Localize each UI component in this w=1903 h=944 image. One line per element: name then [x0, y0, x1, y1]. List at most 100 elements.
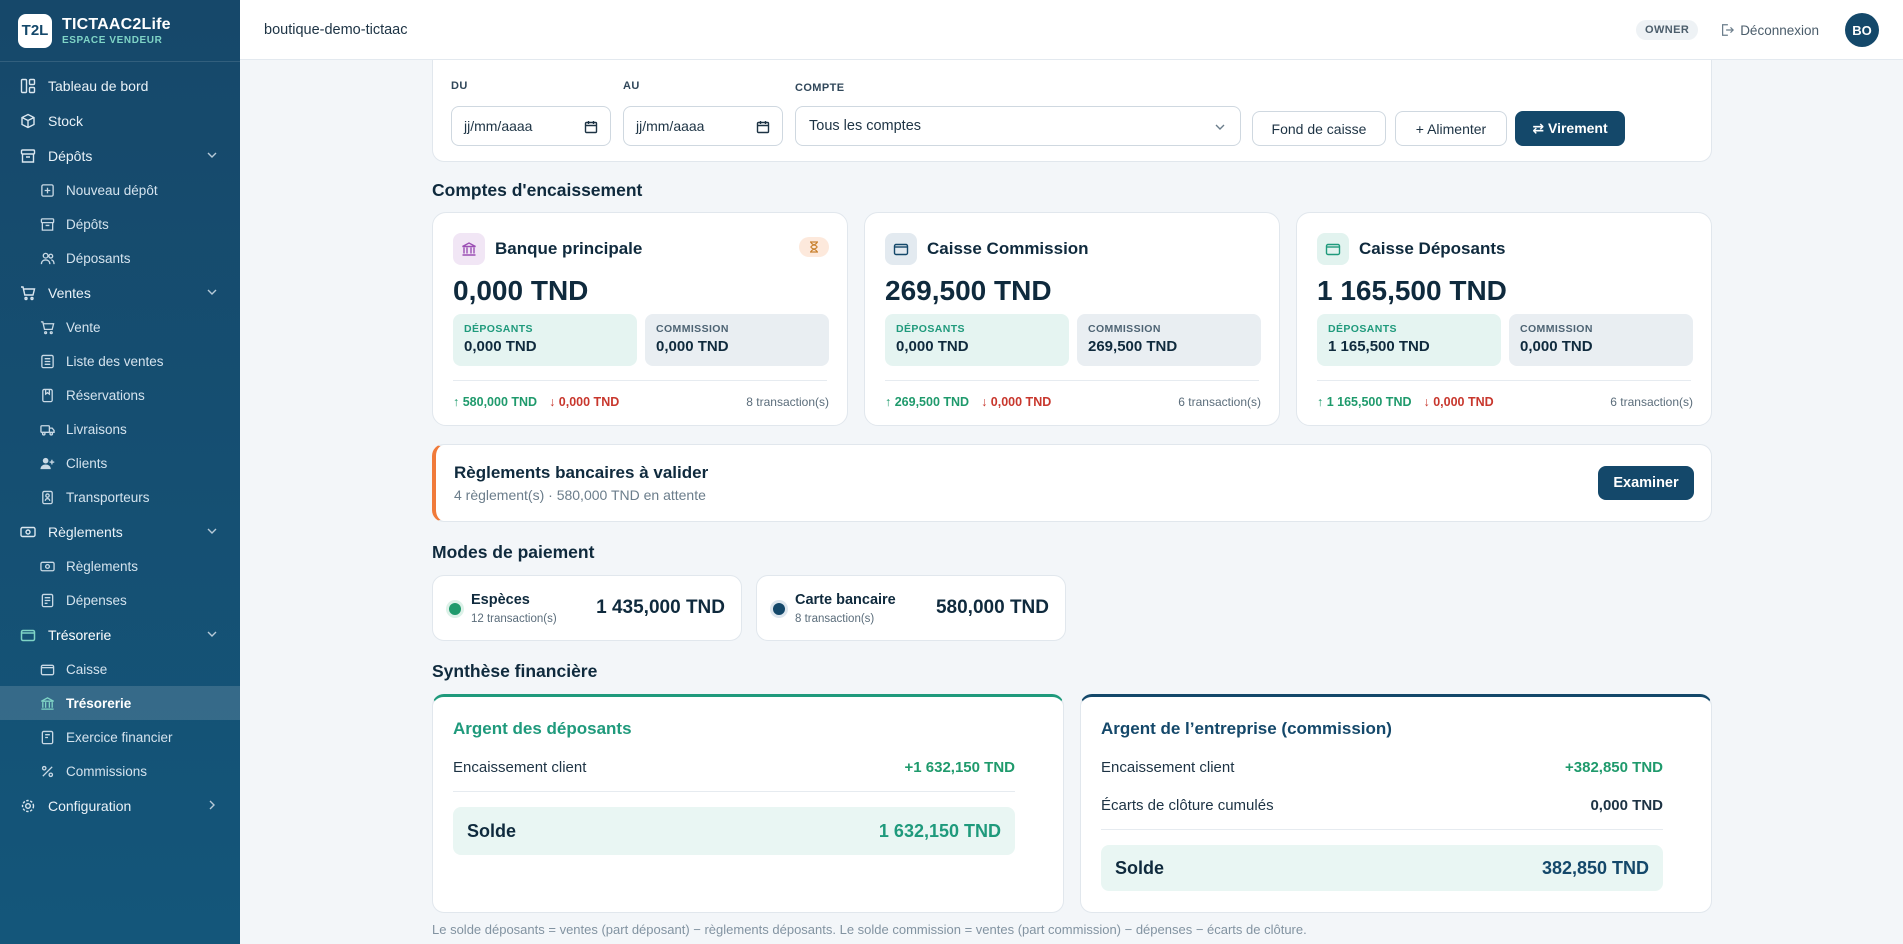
date-to-value: jj/mm/aaaa: [636, 118, 705, 134]
sidebar-nav: Tableau de bord Stock Dépôts Nouveau dép…: [0, 62, 240, 823]
account-card-bank[interactable]: Banque principale 0,000 TND DÉPOSANTS 0,…: [432, 212, 848, 426]
date-to-input[interactable]: jj/mm/aaaa: [623, 106, 783, 146]
account-flows: ↑ 269,500 TND ↓ 0,000 TND 6 transaction(…: [885, 395, 1261, 409]
sidebar-item-label: Transporteurs: [66, 489, 150, 505]
payment-tx: 8 transaction(s): [795, 613, 875, 625]
book-icon: [40, 730, 55, 745]
hourglass-icon: [799, 237, 829, 257]
depositors-value: 1 165,500 TND: [1328, 338, 1430, 355]
sidebar-item-reglements-list[interactable]: Règlements: [0, 549, 240, 583]
sidebar-item-label: Liste des ventes: [66, 353, 164, 369]
wallet-icon: [885, 233, 917, 265]
sidebar-item-ventes[interactable]: Ventes: [0, 275, 240, 310]
sidebar-item-transporteurs[interactable]: Transporteurs: [0, 480, 240, 514]
sidebar-item-tresorerie-active[interactable]: Trésorerie: [0, 686, 240, 720]
plus-square-icon: [40, 183, 55, 198]
commission-share: COMMISSION 0,000 TND: [1509, 314, 1693, 366]
account-name: Caisse Déposants: [1359, 239, 1506, 258]
calendar-icon[interactable]: [756, 120, 770, 134]
calendar-icon[interactable]: [584, 120, 598, 134]
commission-share: COMMISSION 0,000 TND: [645, 314, 829, 366]
sidebar: T2L TICTAAC2Life ESPACE VENDEUR Tableau …: [0, 0, 240, 944]
sidebar-item-vente[interactable]: Vente: [0, 310, 240, 344]
account-select-value: Tous les comptes: [809, 118, 922, 134]
solde-value: 1 632,150 TND: [878, 820, 1001, 841]
receipt-icon: [40, 593, 55, 608]
solde-label: Solde: [1115, 857, 1165, 878]
sidebar-item-caisse[interactable]: Caisse: [0, 652, 240, 686]
payment-tx: 12 transaction(s): [471, 613, 557, 625]
sidebar-item-deposants[interactable]: Déposants: [0, 241, 240, 275]
date-from-input[interactable]: jj/mm/aaaa: [451, 106, 611, 146]
synthesis-title: Synthèse financière: [432, 661, 598, 681]
fund-button[interactable]: Fond de caisse: [1252, 111, 1386, 146]
id-card-icon: [40, 490, 55, 505]
pending-settlements-alert: Règlements bancaires à valider 4 règleme…: [432, 444, 1712, 522]
sidebar-item-depenses[interactable]: Dépenses: [0, 583, 240, 617]
examine-button[interactable]: Examiner: [1598, 466, 1694, 500]
sidebar-item-tresorerie[interactable]: Trésorerie: [0, 617, 240, 652]
chevron-down-icon[interactable]: [206, 628, 218, 640]
row-value: 0,000 TND: [1590, 797, 1663, 814]
synthesis-row: Encaissement client +382,850 TND: [1101, 759, 1663, 776]
sidebar-item-livraisons[interactable]: Livraisons: [0, 412, 240, 446]
logout-button[interactable]: Déconnexion: [1720, 23, 1819, 38]
sidebar-item-clients[interactable]: Clients: [0, 446, 240, 480]
chevron-down-icon[interactable]: [206, 149, 218, 161]
sidebar-item-label: Nouveau dépôt: [66, 182, 158, 198]
row-label: Écarts de clôture cumulés: [1101, 797, 1274, 814]
alert-subtitle: 4 règlement(s) · 580,000 TND en attente: [454, 487, 706, 503]
sidebar-item-depots[interactable]: Dépôts: [0, 138, 240, 173]
account-name: Banque principale: [495, 239, 643, 258]
sidebar-item-nouveau-depot[interactable]: Nouveau dépôt: [0, 173, 240, 207]
sidebar-item-depots-list[interactable]: Dépôts: [0, 207, 240, 241]
feed-button[interactable]: + Alimenter: [1395, 111, 1507, 146]
outflow: ↓ 0,000 TND: [549, 395, 620, 409]
sidebar-item-exercice[interactable]: Exercice financier: [0, 720, 240, 754]
sidebar-item-label: Ventes: [48, 284, 91, 301]
depositors-synthesis: Argent des déposants Encaissement client…: [432, 694, 1064, 913]
account-card-commission[interactable]: Caisse Commission 269,500 TND DÉPOSANTS …: [864, 212, 1280, 426]
depositors-label: DÉPOSANTS: [464, 323, 533, 335]
banknote-icon: [20, 524, 36, 540]
chevron-down-icon[interactable]: [206, 525, 218, 537]
shop-name: boutique-demo-tictaac: [264, 21, 408, 38]
divider: [1101, 829, 1663, 830]
transfer-button[interactable]: ⇄ Virement: [1515, 111, 1625, 146]
avatar[interactable]: BO: [1845, 13, 1879, 47]
alert-title: Règlements bancaires à valider: [454, 463, 709, 482]
users-icon: [40, 251, 55, 266]
sidebar-item-stock[interactable]: Stock: [0, 103, 240, 138]
sidebar-item-liste-ventes[interactable]: Liste des ventes: [0, 344, 240, 378]
sidebar-item-label: Clients: [66, 455, 108, 471]
sidebar-item-label: Tableau de bord: [48, 77, 149, 94]
sidebar-item-dashboard[interactable]: Tableau de bord: [0, 68, 240, 103]
payment-card-card[interactable]: Carte bancaire 8 transaction(s) 580,000 …: [756, 575, 1066, 641]
sidebar-item-label: Trésorerie: [48, 626, 112, 643]
depositors-share: DÉPOSANTS 0,000 TND: [453, 314, 637, 366]
chevron-down-icon[interactable]: [206, 286, 218, 298]
account-select[interactable]: Tous les comptes: [795, 106, 1241, 146]
sidebar-item-configuration[interactable]: Configuration: [0, 788, 240, 823]
sidebar-item-label: Vente: [66, 319, 101, 335]
sidebar-item-label: Règlements: [66, 558, 139, 574]
gear-icon: [20, 798, 36, 814]
row-label: Encaissement client: [453, 759, 587, 776]
solde-value: 382,850 TND: [1541, 857, 1649, 878]
sidebar-item-reglements[interactable]: Règlements: [0, 514, 240, 549]
footnote: Le solde déposants = ventes (part déposa…: [432, 922, 1307, 937]
divider: [1317, 380, 1691, 381]
solde-box: Solde 382,850 TND: [1101, 845, 1663, 891]
account-card-depositors[interactable]: Caisse Déposants 1 165,500 TND DÉPOSANTS…: [1296, 212, 1712, 426]
brand[interactable]: T2L TICTAAC2Life ESPACE VENDEUR: [0, 0, 240, 62]
sidebar-item-reservations[interactable]: Réservations: [0, 378, 240, 412]
depositors-share: DÉPOSANTS 0,000 TND: [885, 314, 1069, 366]
chevron-right-icon[interactable]: [206, 799, 218, 811]
commission-value: 0,000 TND: [1520, 338, 1593, 355]
payment-card-cash[interactable]: Espèces 12 transaction(s) 1 435,000 TND: [432, 575, 742, 641]
logout-label: Déconnexion: [1740, 22, 1819, 38]
sidebar-item-commissions[interactable]: Commissions: [0, 754, 240, 788]
depositors-label: DÉPOSANTS: [896, 323, 965, 335]
sidebar-item-label: Trésorerie: [66, 695, 132, 711]
chevron-down-icon: [1215, 124, 1225, 130]
